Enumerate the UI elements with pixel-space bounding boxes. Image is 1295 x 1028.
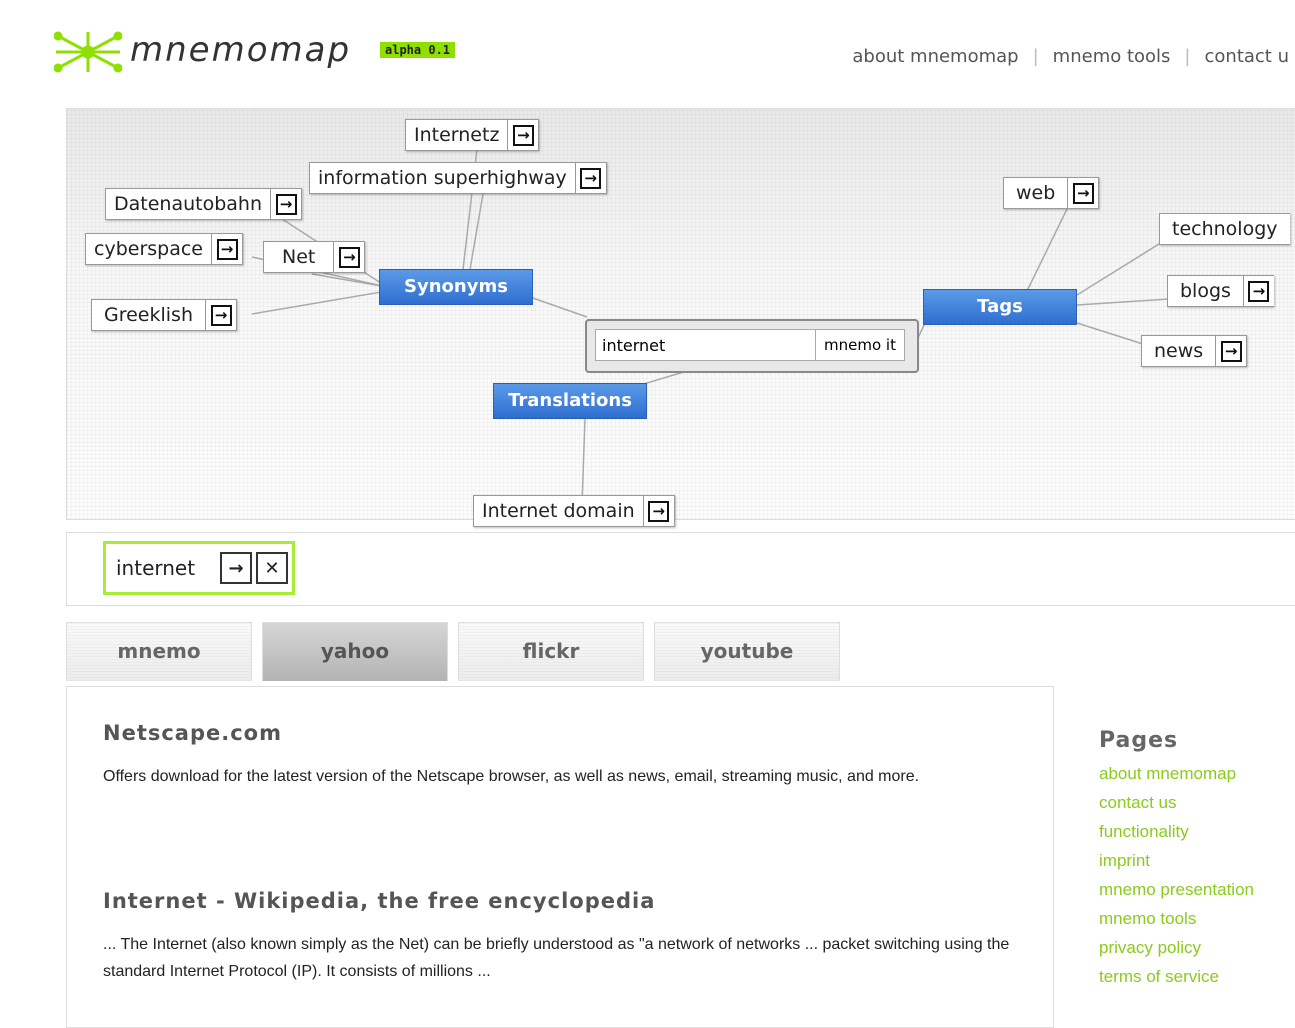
pages-link-tools[interactable]: mnemo tools [1099, 904, 1289, 933]
category-tags[interactable]: Tags [923, 289, 1077, 325]
node-blogs[interactable]: blogs → [1167, 275, 1274, 307]
mind-map: Internetz → information superhighway → D… [66, 108, 1295, 527]
result-snippet: Offers download for the latest version o… [103, 768, 920, 785]
go-arrow-icon[interactable]: → [574, 163, 606, 193]
nav-about[interactable]: about mnemomap [852, 46, 1018, 67]
logo-text: mnemomap [130, 30, 352, 70]
node-label: cyberspace [94, 238, 203, 260]
go-arrow-icon[interactable]: → [211, 234, 242, 264]
results-panel: Netscape.com Offers download for the lat… [66, 686, 1054, 1028]
node-label: information superhighway [318, 167, 567, 189]
go-arrow-icon[interactable]: → [205, 300, 236, 330]
result-item: Internet - Wikipedia, the free encyclope… [103, 889, 1023, 985]
tab-mnemo[interactable]: mnemo [66, 622, 252, 681]
go-arrow-icon[interactable]: → [1067, 178, 1098, 208]
node-internetz[interactable]: Internetz → [405, 119, 540, 151]
go-arrow-icon[interactable]: → [1215, 336, 1246, 366]
pages-heading: Pages [1099, 728, 1179, 753]
pages-link-imprint[interactable]: imprint [1099, 846, 1289, 875]
history-chip[interactable]: internet → ✕ [103, 541, 295, 595]
top-nav: about mnemomap | mnemo tools | contact u [852, 46, 1289, 67]
node-news[interactable]: news → [1141, 335, 1248, 367]
node-datenautobahn[interactable]: Datenautobahn → [105, 188, 303, 220]
node-greeklish[interactable]: Greeklish → [91, 299, 237, 331]
pages-link-presentation[interactable]: mnemo presentation [1099, 875, 1289, 904]
tab-yahoo[interactable]: yahoo [262, 622, 448, 681]
tab-youtube[interactable]: youtube [654, 622, 840, 681]
node-web[interactable]: web → [1003, 177, 1100, 209]
go-arrow-icon[interactable]: → [1242, 276, 1274, 306]
pages-sidebar: Pages about mnemomap contact us function… [1099, 728, 1289, 991]
center-search-box: mnemo it [585, 319, 919, 373]
node-label: technology [1172, 218, 1278, 240]
pages-link-contact[interactable]: contact us [1099, 788, 1289, 817]
tab-flickr[interactable]: flickr [458, 622, 644, 681]
node-information-superhighway[interactable]: information superhighway → [309, 162, 607, 194]
node-label: web [1016, 182, 1056, 204]
center-term-input[interactable] [595, 329, 819, 361]
result-item: Netscape.com Offers download for the lat… [103, 721, 1023, 790]
pages-link-about[interactable]: about mnemomap [1099, 759, 1289, 788]
node-label: blogs [1180, 280, 1231, 302]
pages-link-terms[interactable]: terms of service [1099, 962, 1289, 991]
nav-divider: | [1032, 46, 1039, 67]
node-label: Internet domain [482, 500, 635, 522]
node-label: Greeklish [104, 304, 193, 326]
result-snippet: ... The Internet (also known simply as t… [103, 936, 1010, 980]
node-net[interactable]: Net → [263, 241, 366, 273]
category-translations[interactable]: Translations [493, 383, 647, 419]
node-label: Datenautobahn [114, 193, 263, 215]
map-connectors [251, 148, 1170, 505]
go-arrow-icon[interactable]: → [642, 496, 674, 526]
result-title[interactable]: Internet - Wikipedia, the free encyclope… [103, 889, 1023, 913]
nav-contact[interactable]: contact u [1205, 46, 1290, 67]
category-synonyms[interactable]: Synonyms [379, 269, 533, 305]
nav-divider: | [1184, 46, 1191, 67]
go-arrow-icon[interactable]: → [270, 189, 301, 219]
close-icon[interactable]: ✕ [256, 552, 288, 584]
node-technology[interactable]: technology [1159, 213, 1290, 245]
go-arrow-icon[interactable]: → [220, 552, 252, 584]
result-title[interactable]: Netscape.com [103, 721, 1023, 745]
history-bar: internet → ✕ [66, 532, 1295, 606]
node-label: news [1154, 340, 1204, 362]
node-label: Net [282, 246, 316, 268]
pages-link-privacy[interactable]: privacy policy [1099, 933, 1289, 962]
go-arrow-icon[interactable]: → [333, 242, 364, 272]
nav-mnemo-tools[interactable]: mnemo tools [1053, 46, 1171, 67]
node-internet-domain[interactable]: Internet domain → [473, 495, 675, 527]
mnemo-it-button[interactable]: mnemo it [815, 329, 905, 361]
history-chip-label: internet [116, 556, 196, 580]
node-label: Internetz [414, 124, 500, 146]
logo-icon [54, 31, 122, 73]
node-cyberspace[interactable]: cyberspace → [85, 233, 243, 265]
version-badge: alpha 0.1 [380, 42, 456, 58]
go-arrow-icon[interactable]: → [507, 120, 538, 150]
pages-link-functionality[interactable]: functionality [1099, 817, 1289, 846]
